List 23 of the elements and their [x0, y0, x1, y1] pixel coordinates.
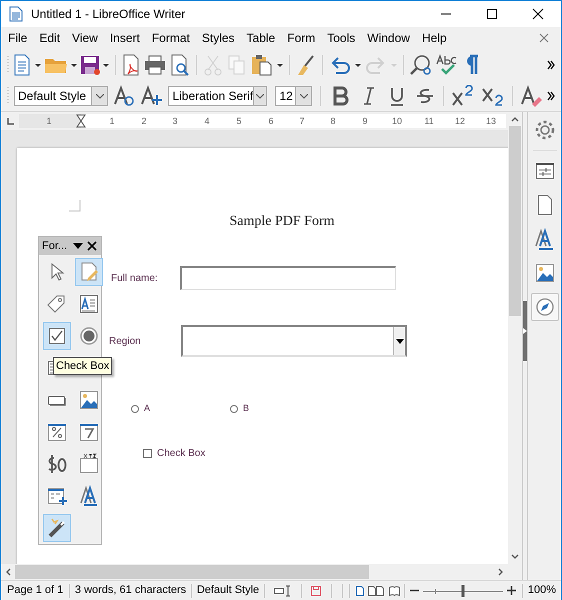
- ruler-number: 7: [300, 115, 304, 128]
- tooltip: Check Box: [53, 357, 112, 375]
- ruler-number: 11: [424, 115, 434, 128]
- toolbar-title: For...: [42, 238, 68, 254]
- ruler-number: 5: [236, 115, 242, 128]
- window-title: Untitled 1 - LibreOffice Writer: [31, 6, 186, 23]
- field-label: Full name:: [111, 272, 159, 286]
- ruler-number: 1: [110, 115, 114, 128]
- ruler-number: 6: [268, 115, 274, 128]
- checkbox-label: Check Box: [157, 446, 206, 460]
- ruler-number: 13: [486, 115, 496, 128]
- ruler-number: 3: [172, 115, 178, 128]
- radio-label: B: [243, 402, 250, 415]
- ruler-number: 1: [46, 115, 52, 128]
- document-heading: Sample PDF Form: [228, 213, 336, 231]
- ruler-number: 10: [392, 115, 402, 128]
- ruler-number: 12: [455, 115, 465, 128]
- ruler-number: 4: [204, 115, 210, 128]
- ruler-number: 2: [142, 115, 146, 128]
- radio-label: A: [144, 402, 150, 415]
- field-label: Region: [109, 334, 142, 348]
- ruler-number: 9: [362, 115, 368, 128]
- ruler-number: 8: [330, 115, 336, 128]
